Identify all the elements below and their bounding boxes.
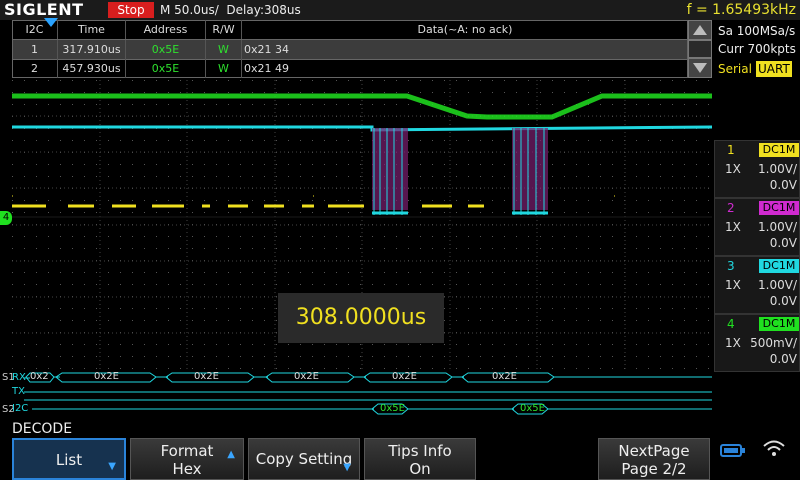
row-time: 317.910us bbox=[58, 40, 126, 59]
row-rw: W bbox=[206, 59, 242, 78]
measurement-readout: 308.0000us bbox=[278, 293, 444, 343]
triangle-up-icon bbox=[693, 25, 707, 35]
col-header-data: Data(~A: no ack) bbox=[417, 23, 513, 36]
wifi-icon bbox=[763, 440, 785, 456]
battery-icon bbox=[720, 444, 745, 457]
scroll-up-button[interactable] bbox=[688, 20, 712, 40]
trigger-source-label: Serial bbox=[718, 62, 752, 76]
sample-rate: Sa 100MSa/s bbox=[718, 24, 796, 38]
arrow-down-icon: ▼ bbox=[343, 462, 351, 473]
decode-list-table: I2C Time Address R/W Data(~A: no ack) 1 … bbox=[12, 20, 712, 78]
col-header-address: Address bbox=[126, 20, 206, 39]
arrow-up-icon: ▲ bbox=[227, 449, 235, 460]
ch2-burst bbox=[512, 128, 548, 210]
list-button[interactable]: List ▼ bbox=[12, 438, 126, 480]
row-data: 0x21 34 bbox=[244, 43, 289, 56]
timebase-readout: M 50.0us/ Delay:308us bbox=[160, 3, 301, 17]
rx-frame: 0x2E bbox=[194, 371, 219, 382]
arrow-down-icon: ▼ bbox=[108, 461, 116, 472]
channel-3-info[interactable]: 3 DC1M 1X 1.00V/ 0.0V bbox=[714, 256, 800, 314]
row-index: 1 bbox=[12, 40, 58, 59]
row-rw: W bbox=[206, 40, 242, 59]
rx-frame: 0x2E bbox=[94, 371, 119, 382]
row-address: 0x5E bbox=[126, 59, 206, 78]
row-time: 457.930us bbox=[58, 59, 126, 78]
channel-1-info[interactable]: 1 DC1M 1X 1.00V/ 0.0V bbox=[714, 140, 800, 198]
col-header-rw: R/W bbox=[206, 20, 242, 39]
rx-frame: 0x2E bbox=[392, 371, 417, 382]
col-header-time: Time bbox=[58, 20, 126, 39]
rx-frame: 0x2E bbox=[492, 371, 517, 382]
row-index: 2 bbox=[12, 59, 58, 78]
row-data: 0x21 49 bbox=[244, 62, 289, 75]
rx-frame: 0x2E bbox=[294, 371, 319, 382]
next-page-button[interactable]: NextPage Page 2/2 bbox=[598, 438, 710, 480]
format-button[interactable]: Format Hex ▲ bbox=[130, 438, 244, 480]
ch4-ground-marker[interactable]: 4 bbox=[0, 211, 12, 225]
rx-frame: 0x2 bbox=[30, 371, 49, 382]
i2c-frame: 0x5E bbox=[520, 403, 545, 414]
scrollbar-track[interactable] bbox=[688, 40, 712, 58]
copy-setting-button[interactable]: Copy Setting ▼ bbox=[248, 438, 360, 480]
tips-info-button[interactable]: Tips Info On bbox=[364, 438, 476, 480]
decode-bus-area: S1 RX TX S2 I2C 0x2 0x2E 0x2E 0x2E 0x2E … bbox=[0, 370, 712, 418]
menu-title: DECODE bbox=[12, 421, 73, 437]
ch2-burst bbox=[372, 128, 408, 210]
channel-4-info[interactable]: 4 DC1M 1X 500mV/ 0.0V bbox=[714, 314, 800, 372]
brand-logo: SIGLENT bbox=[4, 0, 84, 19]
channel-2-info[interactable]: 2 DC1M 1X 1.00V/ 0.0V bbox=[714, 198, 800, 256]
right-info-panel: Sa 100MSa/s Curr 700kpts Serial UART 1 D… bbox=[712, 20, 800, 460]
i2c-frame: 0x5E bbox=[380, 403, 405, 414]
frequency-readout: f = 1.65493kHz bbox=[686, 2, 796, 18]
scroll-down-button[interactable] bbox=[688, 58, 712, 78]
triangle-down-icon bbox=[693, 63, 707, 73]
trigger-position-marker[interactable] bbox=[44, 18, 58, 28]
memory-depth: Curr 700kpts bbox=[718, 42, 796, 56]
trigger-type-badge: UART bbox=[756, 61, 792, 77]
row-address: 0x5E bbox=[126, 40, 206, 59]
run-stop-status[interactable]: Stop bbox=[108, 2, 154, 18]
